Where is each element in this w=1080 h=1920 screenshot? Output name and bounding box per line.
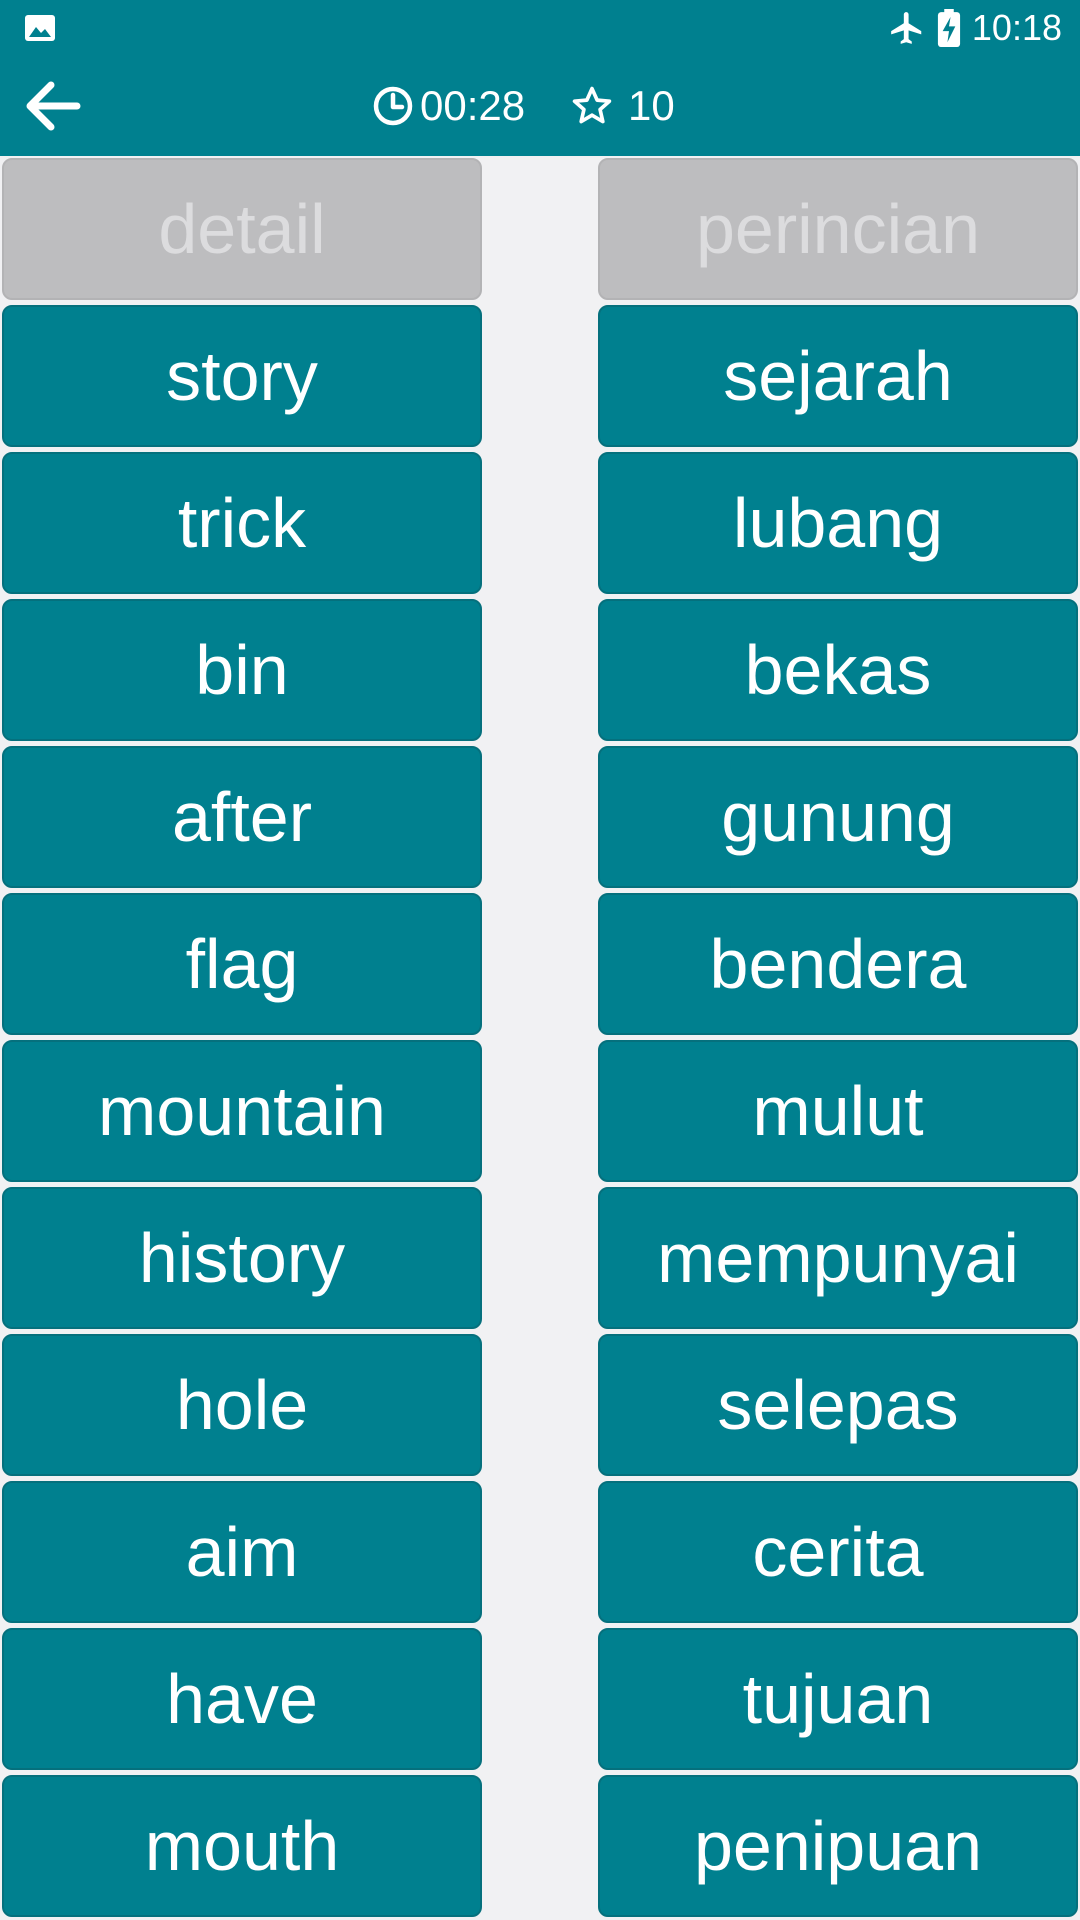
star-outline-icon	[572, 86, 612, 124]
arrow-left-icon	[26, 81, 81, 131]
back-button[interactable]	[16, 70, 88, 142]
translation-tile[interactable]: bendera	[598, 893, 1078, 1035]
gallery-icon	[25, 15, 55, 41]
word-tile: detail	[2, 158, 482, 300]
word-tile[interactable]: mountain	[2, 1040, 482, 1182]
app-bar: 10:18 00:28 10	[0, 0, 1080, 156]
translation-tile[interactable]: bekas	[598, 599, 1078, 741]
translation-tile[interactable]: mulut	[598, 1040, 1078, 1182]
score: 10	[570, 80, 675, 132]
airplane-mode-icon	[891, 12, 922, 44]
translation-tile[interactable]: selepas	[598, 1334, 1078, 1476]
word-tile[interactable]: flag	[2, 893, 482, 1035]
word-tile[interactable]: history	[2, 1187, 482, 1329]
word-tile[interactable]: trick	[2, 452, 482, 594]
word-tile[interactable]: have	[2, 1628, 482, 1770]
score-value: 10	[628, 82, 675, 129]
toolbar: 00:28 10	[0, 56, 1080, 156]
translation-tile[interactable]: lubang	[598, 452, 1078, 594]
translation-tile[interactable]: sejarah	[598, 305, 1078, 447]
translation-tile[interactable]: mempunyai	[598, 1187, 1078, 1329]
word-tile[interactable]: mouth	[2, 1775, 482, 1917]
timer: 00:28	[372, 80, 525, 132]
translation-tile[interactable]: gunung	[598, 746, 1078, 888]
status-icons: 10:18	[888, 6, 1062, 50]
word-tile[interactable]: bin	[2, 599, 482, 741]
battery-charging-icon	[937, 9, 960, 47]
translation-tile[interactable]: penipuan	[598, 1775, 1078, 1917]
translation-tile: perincian	[598, 158, 1078, 300]
translation-tile[interactable]: tujuan	[598, 1628, 1078, 1770]
word-tile[interactable]: after	[2, 746, 482, 888]
clock-icon	[373, 86, 413, 126]
translation-tile[interactable]: cerita	[598, 1481, 1078, 1623]
word-tile[interactable]: aim	[2, 1481, 482, 1623]
word-tile[interactable]: hole	[2, 1334, 482, 1476]
status-bar: 10:18	[0, 0, 1080, 56]
status-time: 10:18	[971, 7, 1062, 48]
timer-value: 00:28	[420, 82, 526, 129]
word-tile[interactable]: story	[2, 305, 482, 447]
